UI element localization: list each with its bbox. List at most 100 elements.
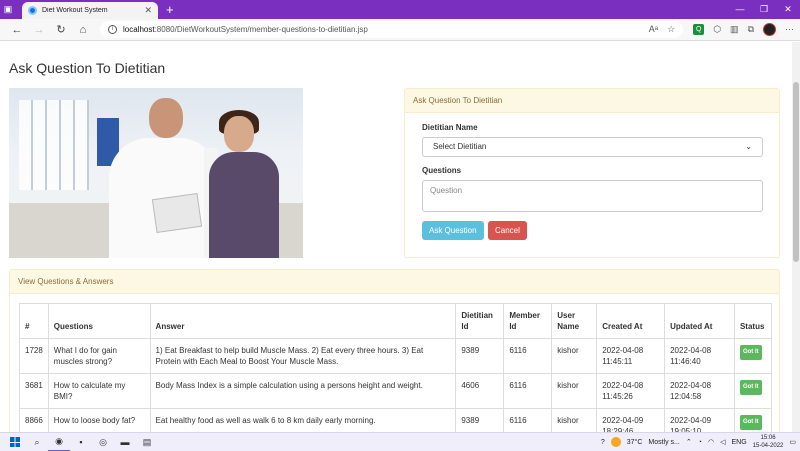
ask-question-button[interactable]: Ask Question (422, 221, 484, 240)
read-aloud-icon[interactable]: Aᵃ (649, 24, 658, 35)
cell-updated-at: 2022-04-09 19:05:10 (664, 408, 735, 432)
column-header: Questions (47, 303, 151, 339)
column-header: User Name (551, 303, 598, 339)
tab-favicon-icon (28, 6, 37, 15)
scrollbar-thumb[interactable] (793, 82, 799, 262)
maximize-button[interactable]: ❐ (752, 4, 776, 15)
extension-q-icon[interactable]: Q (693, 24, 705, 35)
column-header: Answer (149, 303, 457, 339)
split-screen-icon[interactable]: ▥ (730, 24, 739, 35)
cell-answer: 1) Eat Breakfast to help build Muscle Ma… (149, 338, 457, 374)
cell-member-id: 6116 (503, 408, 553, 432)
app-icon[interactable]: ◎ (92, 433, 114, 451)
system-tray: ? 37°C Mostly s... ⌃ ◔ ◠ ◁ ENG 15:06 15-… (601, 434, 796, 450)
cell-id: 3681 (19, 373, 49, 409)
cell-question: How to loose body fat? (47, 408, 151, 432)
weather-text[interactable]: Mostly s... (648, 439, 680, 446)
cell-user-name: kishor (551, 338, 598, 374)
dietitian-select[interactable]: Select Dietitian ⌄ (422, 137, 763, 157)
extension-icon[interactable]: ⬡ (713, 24, 721, 35)
cell-question: What I do for gain muscles strong? (47, 338, 151, 374)
cell-user-name: kishor (551, 373, 598, 409)
terminal-icon[interactable]: ▪ (70, 433, 92, 451)
cell-status: Got It (733, 338, 773, 374)
tab-title: Diet Workout System (42, 7, 108, 14)
cell-question: How to calculate my BMI? (47, 373, 151, 409)
chevron-up-icon[interactable]: ⌃ (686, 438, 692, 446)
page-content: Ask Question To Dietitian Ask Question T… (0, 42, 792, 432)
cell-answer: Body Mass Index is a simple calculation … (149, 373, 457, 409)
dietitian-name-label: Dietitian Name (422, 123, 478, 132)
collections-icon[interactable]: ⧉ (748, 24, 754, 35)
cell-dietitian-id: 4606 (455, 373, 505, 409)
clock[interactable]: 15:06 15-04-2022 (753, 434, 784, 450)
back-icon[interactable]: ← (6, 24, 28, 36)
more-options-icon[interactable]: ⋯ (785, 24, 794, 35)
language-indicator[interactable]: ENG (732, 439, 747, 446)
forward-icon[interactable]: → (28, 24, 50, 36)
cell-dietitian-id: 9389 (455, 408, 505, 432)
favorite-star-icon[interactable]: ☆ (667, 24, 675, 35)
cell-created-at: 2022-04-08 11:45:26 (596, 373, 666, 409)
new-tab-icon[interactable]: + (166, 2, 174, 17)
network-icon[interactable]: ◔ (698, 439, 702, 446)
column-header: Status (733, 303, 773, 339)
close-window-button[interactable]: ✕ (776, 4, 800, 15)
taskbar: ⌕ ◉ ▪ ◎ ▬ ▤ ? 37°C Mostly s... ⌃ ◔ ◠ ◁ E… (0, 432, 800, 451)
site-info-icon[interactable]: i (108, 25, 117, 34)
tab-close-icon[interactable]: ✕ (144, 5, 152, 16)
column-header: # (19, 303, 49, 339)
help-icon[interactable]: ? (601, 439, 605, 446)
hero-window (19, 100, 89, 190)
url-actions: Aᵃ ☆ (649, 24, 675, 35)
browser-tab[interactable]: Diet Workout System ✕ (22, 2, 158, 19)
home-icon[interactable]: ⌂ (72, 24, 94, 36)
url-field[interactable]: i localhost:8080/DietWorkoutSystem/membe… (100, 21, 684, 38)
console-icon[interactable]: ▬ (114, 433, 136, 451)
hero-clipboard (151, 192, 203, 234)
page-scrollbar[interactable] (792, 42, 800, 432)
column-header: Created At (596, 303, 666, 339)
volume-icon[interactable]: ◁ (720, 438, 725, 446)
status-badge: Got It (739, 380, 762, 395)
start-button[interactable] (4, 433, 26, 451)
url-text[interactable]: localhost:8080/DietWorkoutSystem/member-… (123, 25, 368, 34)
edge-browser-icon[interactable]: ◉ (48, 433, 70, 451)
profile-avatar[interactable] (763, 23, 776, 36)
extensions-bar: Q ⬡ ▥ ⧉ ⋯ (693, 23, 794, 36)
windows-logo-icon (10, 437, 20, 447)
table-row: 3681 How to calculate my BMI? Body Mass … (19, 373, 773, 409)
url-host: localhost (123, 25, 155, 34)
search-icon[interactable]: ⌕ (26, 433, 48, 451)
browser-menu-icon[interactable]: ▣ (0, 0, 16, 19)
cell-answer: Eat healthy food as well as walk 6 to 8 … (149, 408, 457, 432)
notifications-icon[interactable]: ▭ (789, 438, 796, 446)
cell-status: Got It (733, 373, 773, 409)
question-textarea[interactable]: Question (422, 180, 763, 212)
address-bar: ← → ↻ ⌂ i localhost:8080/DietWorkoutSyst… (0, 19, 800, 41)
window-controls: — ❐ ✕ (728, 4, 800, 15)
minimize-button[interactable]: — (728, 4, 752, 15)
cell-created-at: 2022-04-08 11:45:11 (596, 338, 666, 374)
cell-dietitian-id: 9389 (455, 338, 505, 374)
hero-image (9, 88, 303, 258)
qa-table: # Questions Answer Dietitian Id Member I… (19, 303, 773, 432)
browser-titlebar: ▣ Diet Workout System ✕ + — ❐ ✕ (0, 0, 800, 19)
ask-panel-heading: Ask Question To Dietitian (405, 89, 779, 113)
temperature[interactable]: 37°C (627, 439, 643, 446)
weather-sun-icon[interactable] (610, 437, 621, 447)
column-header: Member Id (503, 303, 553, 339)
clock-date: 15-04-2022 (752, 443, 784, 449)
column-header: Dietitian Id (455, 303, 505, 339)
ask-question-panel: Ask Question To Dietitian Dietitian Name… (404, 88, 780, 258)
table-row: 8866 How to loose body fat? Eat healthy … (19, 408, 773, 432)
cell-created-at: 2022-04-09 18:29:46 (596, 408, 666, 432)
cancel-button[interactable]: Cancel (488, 221, 527, 240)
hero-woman-body (209, 152, 279, 258)
hero-man-head (149, 98, 183, 138)
refresh-icon[interactable]: ↻ (50, 23, 72, 36)
folder-icon[interactable]: ▤ (136, 433, 158, 451)
wifi-icon[interactable]: ◠ (708, 438, 714, 446)
cell-updated-at: 2022-04-08 12:04:58 (664, 373, 735, 409)
column-header: Updated At (664, 303, 735, 339)
